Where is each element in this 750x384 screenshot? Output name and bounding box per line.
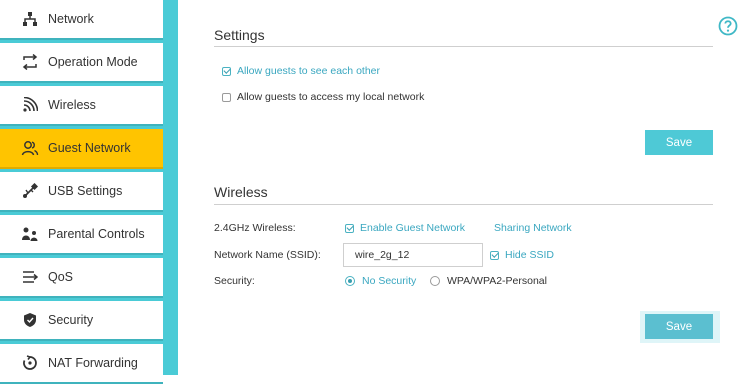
sidebar-stripe	[164, 0, 178, 375]
security-option-wpa[interactable]: WPA/WPA2-Personal	[430, 275, 547, 287]
hide-ssid-checkbox[interactable]	[490, 250, 499, 260]
allow-guests-local-network-checkbox[interactable]	[222, 92, 231, 102]
hide-ssid-option[interactable]: Hide SSID	[490, 249, 554, 261]
sidebar-item-wireless[interactable]: Wireless	[0, 86, 163, 126]
sidebar-item-parental-controls[interactable]: Parental Controls	[0, 215, 163, 255]
sidebar-item-usb-settings[interactable]: USB Settings	[0, 172, 163, 212]
security-label: Security:	[214, 275, 255, 287]
wireless-icon	[21, 96, 39, 114]
sidebar-item-security[interactable]: Security	[0, 301, 163, 341]
allow-guests-see-each-other-label: Allow guests to see each other	[237, 65, 381, 77]
sidebar-item-network[interactable]: Network	[0, 0, 163, 40]
parental-controls-icon	[21, 225, 39, 243]
help-icon[interactable]	[718, 16, 738, 36]
sidebar-item-label: Parental Controls	[48, 227, 145, 241]
wireless-save-button[interactable]: Save	[645, 314, 713, 339]
wireless-section-title: Wireless	[214, 184, 268, 200]
usb-icon	[21, 182, 39, 200]
sidebar-item-label: Wireless	[48, 98, 96, 112]
enable-guest-network-option[interactable]: Enable Guest Network	[345, 222, 465, 234]
sidebar-item-operation-mode[interactable]: Operation Mode	[0, 43, 163, 83]
sidebar-item-label: Operation Mode	[48, 55, 138, 69]
shield-icon	[21, 311, 39, 329]
sidebar-item-label: Network	[48, 12, 94, 26]
sharing-network-link[interactable]: Sharing Network	[494, 222, 572, 234]
sidebar-item-label: USB Settings	[48, 184, 123, 198]
nat-forwarding-icon	[21, 354, 39, 372]
sidebar-item-label: Guest Network	[48, 141, 131, 155]
wpa-label: WPA/WPA2-Personal	[447, 275, 547, 287]
allow-guests-see-each-other-option[interactable]: Allow guests to see each other	[222, 65, 380, 77]
network-icon	[21, 10, 39, 28]
qos-icon	[21, 268, 39, 286]
sidebar: Network Operation Mode Wireless Guest Ne…	[0, 0, 178, 384]
sidebar-item-label: Security	[48, 313, 94, 327]
enable-guest-network-checkbox[interactable]	[345, 223, 354, 233]
sidebar-item-label: QoS	[48, 270, 74, 284]
band-label: 2.4GHz Wireless:	[214, 222, 296, 234]
sidebar-item-guest-network[interactable]: Guest Network	[0, 129, 163, 169]
guest-network-icon	[21, 139, 39, 157]
operation-mode-icon	[21, 53, 39, 71]
allow-guests-see-each-other-checkbox[interactable]	[222, 66, 231, 76]
enable-guest-network-label: Enable Guest Network	[360, 222, 466, 234]
sidebar-item-qos[interactable]: QoS	[0, 258, 163, 298]
sidebar-item-nat-forwarding[interactable]: NAT Forwarding	[0, 344, 163, 384]
wpa-radio[interactable]	[430, 276, 440, 286]
no-security-label: No Security	[362, 275, 417, 287]
settings-save-button[interactable]: Save	[645, 130, 713, 155]
security-option-no-security[interactable]: No Security	[345, 275, 416, 287]
allow-guests-local-network-label: Allow guests to access my local network	[237, 91, 425, 103]
no-security-radio[interactable]	[345, 276, 355, 286]
settings-section-title: Settings	[214, 27, 265, 43]
hide-ssid-label: Hide SSID	[505, 249, 555, 261]
ssid-input[interactable]: wire_2g_12	[343, 243, 483, 267]
ssid-label: Network Name (SSID):	[214, 249, 321, 261]
settings-divider	[214, 46, 713, 47]
allow-guests-local-network-option[interactable]: Allow guests to access my local network	[222, 91, 424, 103]
sidebar-item-label: NAT Forwarding	[48, 356, 138, 370]
wireless-divider	[214, 204, 713, 205]
